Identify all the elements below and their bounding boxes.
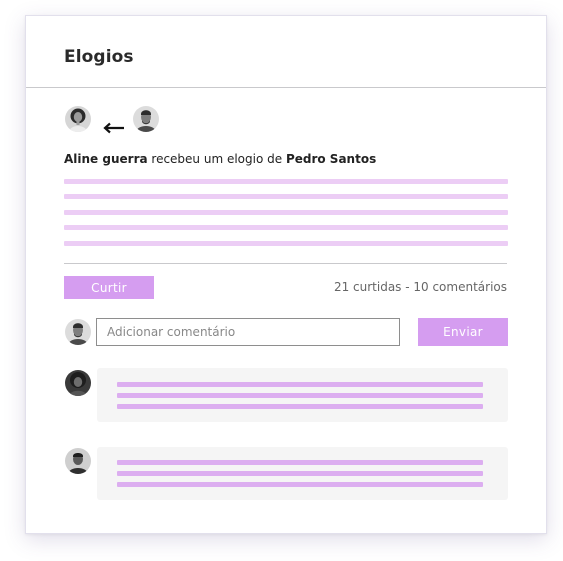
- commenter-avatar: [65, 448, 91, 474]
- divider: [64, 263, 507, 264]
- comment-input[interactable]: [96, 318, 400, 346]
- current-user-avatar: [65, 319, 91, 345]
- comment-placeholder-line: [117, 471, 483, 476]
- likes-comments-count: 21 curtidas - 10 comentários: [333, 280, 507, 294]
- page-title: Elogios: [64, 47, 134, 67]
- arrow-left-icon: [103, 119, 125, 134]
- praise-text: Aline guerra recebeu um elogio de Pedro …: [64, 152, 376, 166]
- comment-placeholder-line: [117, 482, 483, 487]
- comment-placeholder-line: [117, 404, 483, 409]
- comment-placeholder-line: [117, 460, 483, 465]
- comment-bubble: [97, 447, 508, 500]
- giver-avatar: [133, 106, 159, 132]
- comment-placeholder-line: [117, 382, 483, 387]
- comment-bubble: [97, 368, 508, 422]
- comment-placeholder-line: [117, 393, 483, 398]
- giver-name: Pedro Santos: [285, 152, 377, 166]
- praise-middle-text: recebeu um elogio de: [147, 152, 286, 166]
- like-button[interactable]: Curtir: [64, 276, 154, 299]
- message-placeholder-line: [64, 179, 508, 184]
- receiver-name: Aline guerra: [64, 152, 148, 166]
- card-header: Elogios: [26, 16, 546, 88]
- receiver-avatar: [65, 106, 91, 132]
- send-button[interactable]: Enviar: [418, 318, 508, 346]
- message-placeholder-line: [64, 210, 508, 215]
- praise-card: Elogios Aline guerra recebeu um elogio d…: [25, 15, 547, 534]
- message-placeholder-line: [64, 241, 508, 246]
- commenter-avatar: [65, 370, 91, 396]
- message-placeholder-line: [64, 194, 508, 199]
- message-placeholder-line: [64, 225, 508, 230]
